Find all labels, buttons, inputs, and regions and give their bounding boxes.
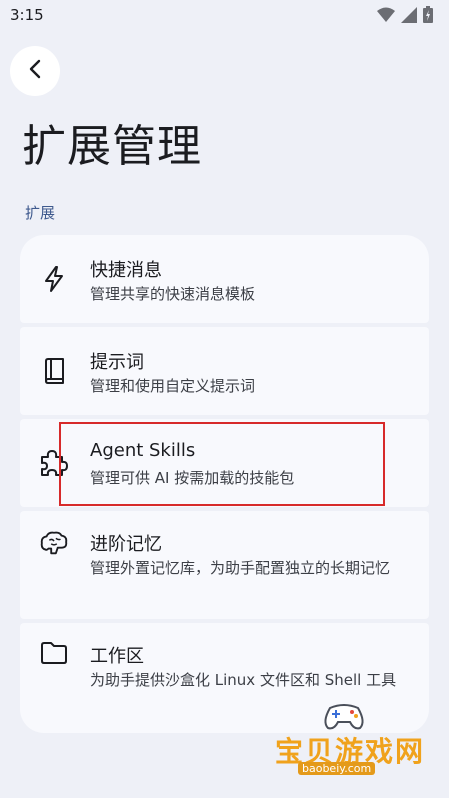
chevron-left-icon — [28, 59, 42, 83]
list-item-advanced-memory[interactable]: 进阶记忆 管理外置记忆库，为助手配置独立的长期记忆 — [20, 511, 429, 619]
item-title: 工作区 — [90, 646, 144, 667]
signal-icon — [401, 6, 417, 27]
item-subtitle: 管理外置记忆库，为助手配置独立的长期记忆 — [90, 559, 391, 577]
watermark-url: baobeiy.com — [298, 762, 376, 775]
item-subtitle: 管理共享的快速消息模板 — [90, 285, 256, 303]
back-button[interactable] — [10, 46, 60, 96]
status-icons — [377, 6, 433, 27]
item-subtitle: 为助手提供沙盒化 Linux 文件区和 Shell 工具 — [90, 671, 397, 689]
section-header: 扩展 — [25, 204, 56, 222]
item-title: 快捷消息 — [90, 260, 162, 281]
wifi-icon — [377, 7, 395, 27]
status-time: 3:15 — [10, 6, 44, 24]
highlight-box — [59, 422, 385, 506]
item-subtitle: 管理和使用自定义提示词 — [90, 377, 256, 395]
book-icon — [40, 357, 68, 385]
page-title: 扩展管理 — [22, 121, 202, 172]
brain-icon — [40, 529, 68, 557]
status-bar: 3:15 — [0, 0, 449, 32]
item-title: 提示词 — [90, 352, 144, 373]
battery-icon — [423, 6, 433, 27]
list-item-quick-messages[interactable]: 快捷消息 管理共享的快速消息模板 — [20, 235, 429, 323]
folder-icon — [40, 639, 68, 667]
list-item-prompts[interactable]: 提示词 管理和使用自定义提示词 — [20, 327, 429, 415]
lightning-icon — [40, 265, 68, 293]
item-title: 进阶记忆 — [90, 534, 162, 555]
watermark: 宝贝游戏网 baobeiy.com — [270, 700, 430, 780]
